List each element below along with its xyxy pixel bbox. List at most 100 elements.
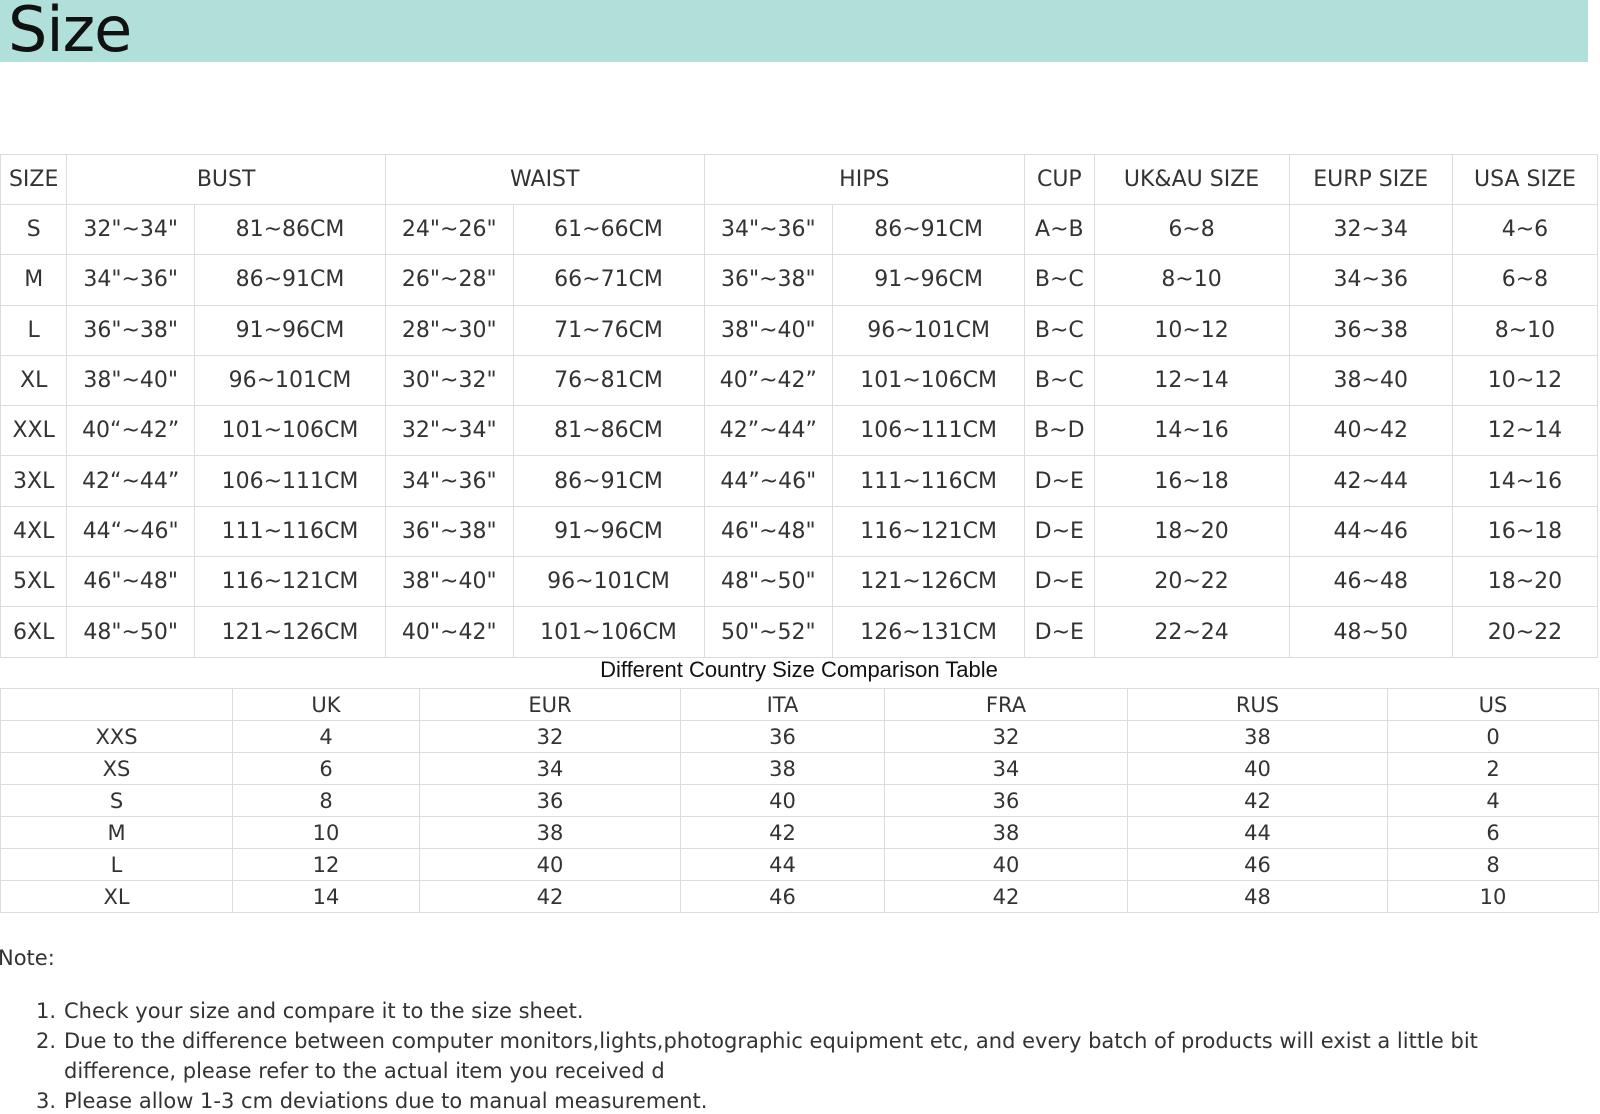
table-cell: D~E <box>1024 606 1095 658</box>
table-cell: 34"~36" <box>384 455 514 507</box>
table-cell: L <box>0 848 233 881</box>
table-cell: D~E <box>1024 505 1095 558</box>
table-cell: 6XL <box>0 606 68 658</box>
table-cell: 40“~42” <box>66 405 195 457</box>
table-cell: 10~12 <box>1093 304 1290 356</box>
title-banner: Size <box>0 0 1588 66</box>
table-cell: 24"~26" <box>384 203 514 256</box>
note-text: Please allow 1-3 cm deviations due to ma… <box>64 1089 708 1113</box>
table-cell: 4 <box>232 720 420 753</box>
table-cell: 8 <box>1387 848 1599 881</box>
page-title: Size <box>8 0 132 66</box>
table-cell: 36 <box>680 720 885 753</box>
note-number: 3. <box>36 1089 57 1113</box>
table-cell: 91~96CM <box>512 505 705 558</box>
table-cell: 34"~36" <box>66 254 195 306</box>
table-cell: 12 <box>232 848 420 881</box>
table-cell: 48"~50" <box>66 606 195 658</box>
table-cell: 42~44 <box>1288 455 1453 507</box>
table-cell: 8~10 <box>1451 304 1599 356</box>
table-cell: 42 <box>680 816 885 849</box>
table-cell: 4 <box>1387 784 1599 817</box>
table-row: 5XL 46"~48" 116~121CM 38"~40" 96~101CM 48"~50… <box>0 556 1599 608</box>
table-cell: 36"~38" <box>703 254 834 306</box>
table-cell: 34 <box>419 752 681 785</box>
comparison-header-cell: US <box>1387 688 1599 721</box>
table-cell: 5XL <box>0 556 68 608</box>
table-cell: 8 <box>232 784 420 817</box>
table-cell: 86~91CM <box>512 455 705 507</box>
table-cell: 38~40 <box>1288 354 1453 407</box>
table-cell: 121~126CM <box>832 556 1026 608</box>
table-cell: 86~91CM <box>832 203 1026 256</box>
table-cell: D~E <box>1024 556 1095 608</box>
note-text: Due to the difference between computer m… <box>64 1029 1478 1083</box>
table-row: M 10 38 42 38 44 6 <box>0 816 1599 849</box>
table-cell: 40 <box>419 848 681 881</box>
table-cell: B~C <box>1024 304 1095 356</box>
table-cell: M <box>0 254 68 306</box>
table-cell: 22~24 <box>1093 606 1290 658</box>
table-cell: 18~20 <box>1093 505 1290 558</box>
table-row: XS 6 34 38 34 40 2 <box>0 752 1599 785</box>
table-cell: 38 <box>1127 720 1388 753</box>
notes-list: 1. Check your size and compare it to the … <box>36 996 1576 1114</box>
table-cell: 48"~50" <box>703 556 834 608</box>
table-row: S 8 36 40 36 42 4 <box>0 784 1599 817</box>
table-cell: 40 <box>884 848 1128 881</box>
table-cell: 40 <box>1127 752 1388 785</box>
table-cell: 6 <box>232 752 420 785</box>
table-cell: B~C <box>1024 254 1095 306</box>
table-cell: 106~111CM <box>832 405 1026 457</box>
table-cell: 42“~44” <box>66 455 195 507</box>
table-cell: 20~22 <box>1451 606 1599 658</box>
table-row: L 36"~38" 91~96CM 28"~30" 71~76CM 38"~40" 96~1… <box>0 304 1599 356</box>
table-cell: 76~81CM <box>512 354 705 407</box>
table-cell: 50"~52" <box>703 606 834 658</box>
table-cell: 42 <box>1127 784 1388 817</box>
table-cell: 121~126CM <box>193 606 386 658</box>
table-cell: 106~111CM <box>193 455 386 507</box>
table-cell: 16~18 <box>1093 455 1290 507</box>
table-cell: XS <box>0 752 233 785</box>
table-cell: 96~101CM <box>512 556 705 608</box>
table-cell: 116~121CM <box>193 556 386 608</box>
table-cell: 81~86CM <box>193 203 386 256</box>
header-ukau-size: UK&AU SIZE <box>1093 154 1290 205</box>
table-cell: 36~38 <box>1288 304 1453 356</box>
table-cell: 32 <box>419 720 681 753</box>
table-cell: 36 <box>419 784 681 817</box>
table-cell: 32~34 <box>1288 203 1453 256</box>
table-cell: 44 <box>1127 816 1388 849</box>
table-cell: 81~86CM <box>512 405 705 457</box>
table-cell: 28"~30" <box>384 304 514 356</box>
comparison-header-cell: UK <box>232 688 420 721</box>
table-row: 3XL 42“~44” 106~111CM 34"~36" 86~91CM 44”~46"… <box>0 455 1599 507</box>
table-cell: L <box>0 304 68 356</box>
size-table-header: SIZE BUST WAIST HIPS CUP UK&AU SIZE EURP… <box>0 154 1599 205</box>
table-cell: 116~121CM <box>832 505 1026 558</box>
table-cell: 2 <box>1387 752 1599 785</box>
comparison-header-cell <box>0 688 233 721</box>
table-cell: D~E <box>1024 455 1095 507</box>
table-cell: 101~106CM <box>193 405 386 457</box>
table-cell: 14 <box>232 880 420 913</box>
table-cell: 4XL <box>0 505 68 558</box>
comparison-header-cell: RUS <box>1127 688 1388 721</box>
list-item: 1. Check your size and compare it to the … <box>36 996 1576 1026</box>
table-cell: 36"~38" <box>66 304 195 356</box>
table-cell: XL <box>0 354 68 407</box>
header-waist: WAIST <box>384 154 705 205</box>
table-row: L 12 40 44 40 46 8 <box>0 848 1599 881</box>
table-row: 6XL 48"~50" 121~126CM 40"~42" 101~106CM 50"~5… <box>0 606 1599 658</box>
table-cell: XXS <box>0 720 233 753</box>
table-cell: 36 <box>884 784 1128 817</box>
table-cell: S <box>0 203 68 256</box>
table-cell: 12~14 <box>1451 405 1599 457</box>
header-cup: CUP <box>1024 154 1095 205</box>
table-cell: 71~76CM <box>512 304 705 356</box>
table-cell: S <box>0 784 233 817</box>
table-cell: 46"~48" <box>703 505 834 558</box>
note-number: 1. <box>36 999 57 1023</box>
table-cell: 44~46 <box>1288 505 1453 558</box>
